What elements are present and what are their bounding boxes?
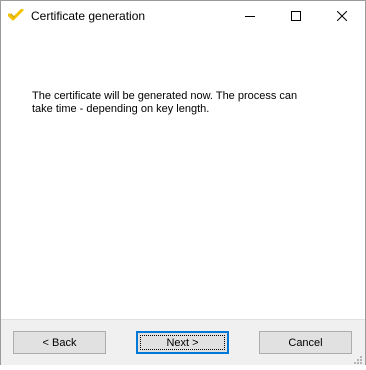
- next-button[interactable]: Next >: [136, 331, 229, 354]
- maximize-button[interactable]: [273, 1, 319, 32]
- minimize-icon: [245, 8, 255, 26]
- title-bar[interactable]: Certificate generation: [1, 1, 365, 32]
- checkmark-logo-icon: [7, 8, 24, 23]
- minimize-button[interactable]: [227, 1, 273, 32]
- content-area: The certificate will be generated now. T…: [1, 32, 365, 319]
- button-bar: < Back Next > Cancel: [1, 319, 365, 365]
- resize-grip-icon[interactable]: [352, 352, 363, 364]
- close-button[interactable]: [319, 1, 365, 32]
- maximize-icon: [291, 8, 301, 26]
- info-message: The certificate will be generated now. T…: [32, 90, 298, 115]
- cancel-button[interactable]: Cancel: [259, 331, 352, 354]
- close-icon: [336, 8, 348, 26]
- window-title: Certificate generation: [31, 9, 146, 23]
- back-button[interactable]: < Back: [13, 331, 106, 354]
- next-button-label: Next >: [166, 336, 199, 349]
- dialog-window: Certificate generation The certificate w…: [0, 0, 366, 365]
